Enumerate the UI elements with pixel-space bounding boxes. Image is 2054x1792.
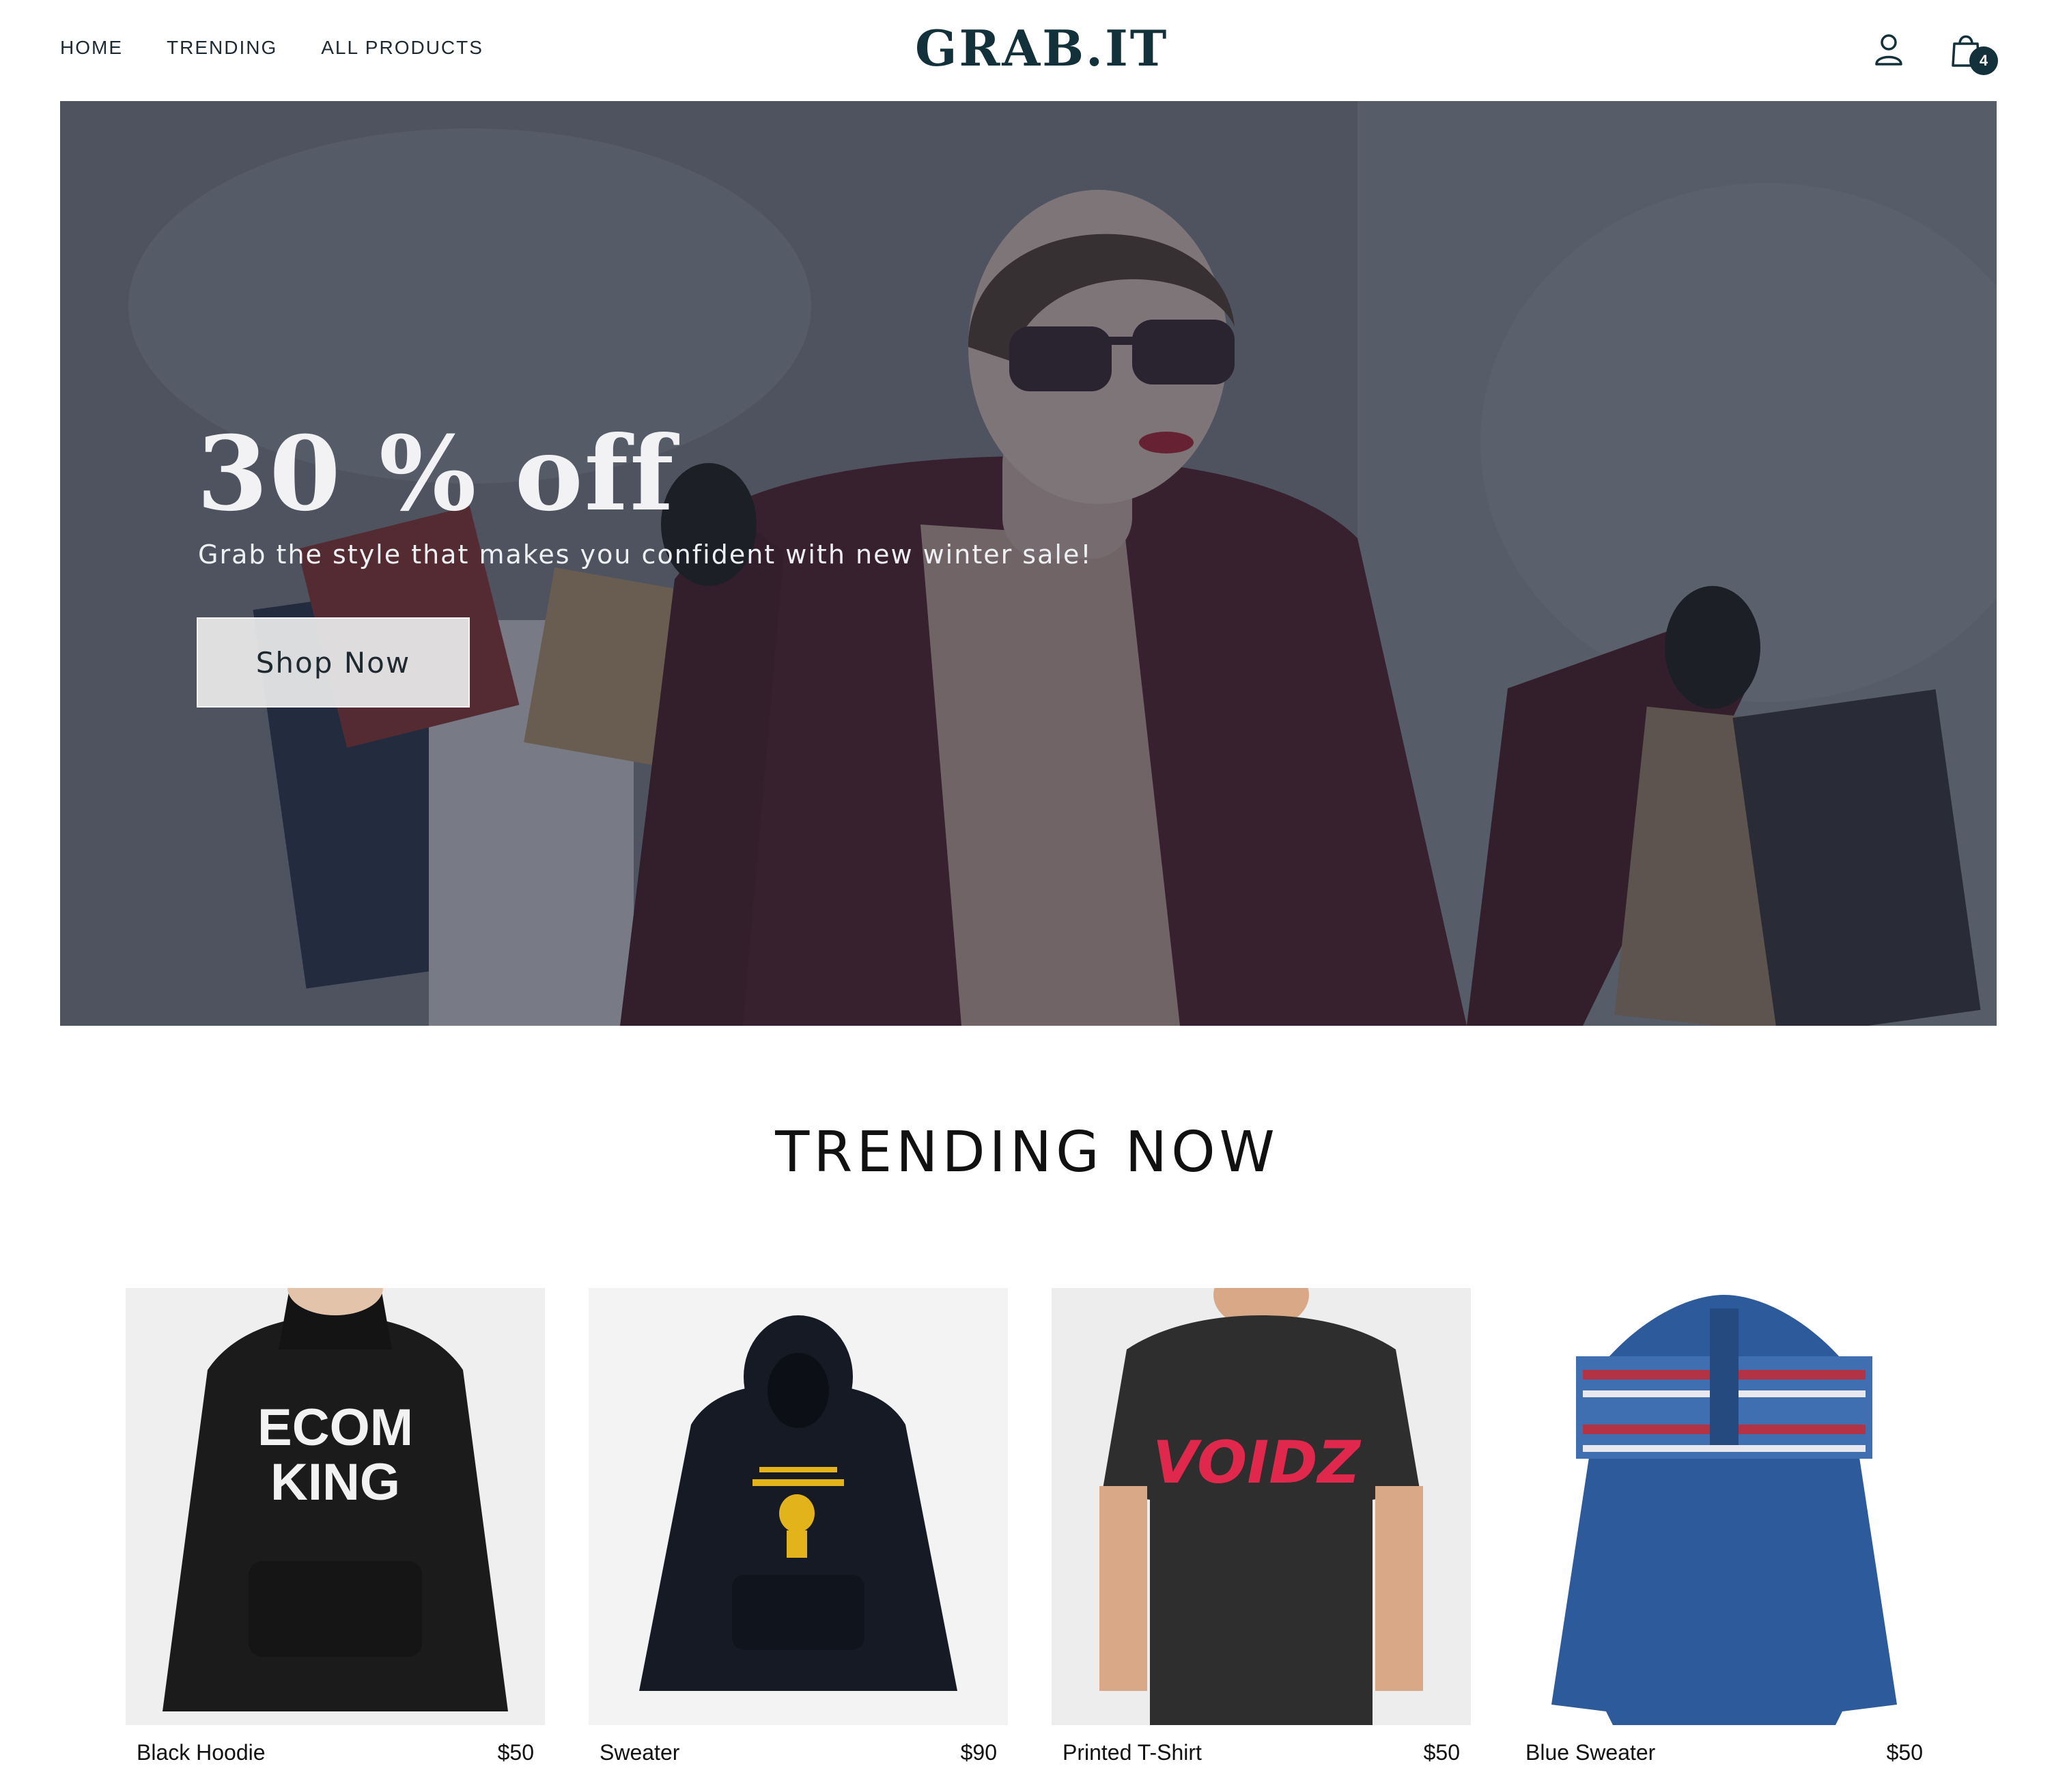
product-card[interactable]: Sweater $90 — [589, 1288, 1008, 1765]
product-name[interactable]: Sweater — [600, 1740, 679, 1765]
product-price: $50 — [497, 1740, 534, 1765]
site-header: HOME TRENDING ALL PRODUCTS GRAB.IT 4 — [0, 0, 2054, 101]
product-name[interactable]: Black Hoodie — [137, 1740, 266, 1765]
print-line: VOIDZ — [1153, 1429, 1362, 1497]
print-line: ECOM — [257, 1399, 413, 1457]
product-name[interactable]: Blue Sweater — [1525, 1740, 1655, 1765]
product-meta: Black Hoodie $50 — [126, 1740, 545, 1765]
product-image[interactable] — [589, 1288, 1008, 1725]
product-image[interactable] — [1515, 1288, 1934, 1725]
product-price: $50 — [1423, 1740, 1460, 1765]
cart-count-badge: 4 — [1969, 46, 1998, 75]
trending-title: TRENDING NOW — [775, 1120, 1279, 1185]
product-meta: Blue Sweater $50 — [1515, 1740, 1934, 1765]
print-line: KING — [270, 1453, 400, 1511]
product-meta: Printed T-Shirt $50 — [1052, 1740, 1471, 1765]
product-image[interactable]: ECOM KING — [126, 1288, 545, 1725]
hero-banner: 30 % off Grab the style that makes you c… — [60, 101, 1997, 1026]
user-icon[interactable] — [1870, 30, 1908, 68]
product-image[interactable]: VOIDZ — [1052, 1288, 1471, 1725]
nav-home[interactable]: HOME — [60, 37, 123, 59]
product-name[interactable]: Printed T-Shirt — [1063, 1740, 1202, 1765]
product-meta: Sweater $90 — [589, 1740, 1008, 1765]
product-card[interactable]: Blue Sweater $50 — [1515, 1288, 1934, 1765]
product-card[interactable]: ECOM KING Black Hoodie $50 — [126, 1288, 545, 1765]
hero-title: 30 % off — [197, 414, 675, 534]
product-price: $50 — [1886, 1740, 1923, 1765]
main-nav: HOME TRENDING ALL PRODUCTS — [60, 37, 483, 59]
site-logo[interactable]: GRAB.IT — [915, 19, 1166, 77]
product-card[interactable]: VOIDZ Printed T-Shirt $50 — [1052, 1288, 1471, 1765]
nav-all-products[interactable]: ALL PRODUCTS — [321, 37, 483, 59]
hero-subtitle: Grab the style that makes you confident … — [198, 540, 1093, 570]
product-price: $90 — [960, 1740, 997, 1765]
nav-trending[interactable]: TRENDING — [167, 37, 277, 59]
shop-now-button[interactable]: Shop Now — [197, 617, 470, 708]
